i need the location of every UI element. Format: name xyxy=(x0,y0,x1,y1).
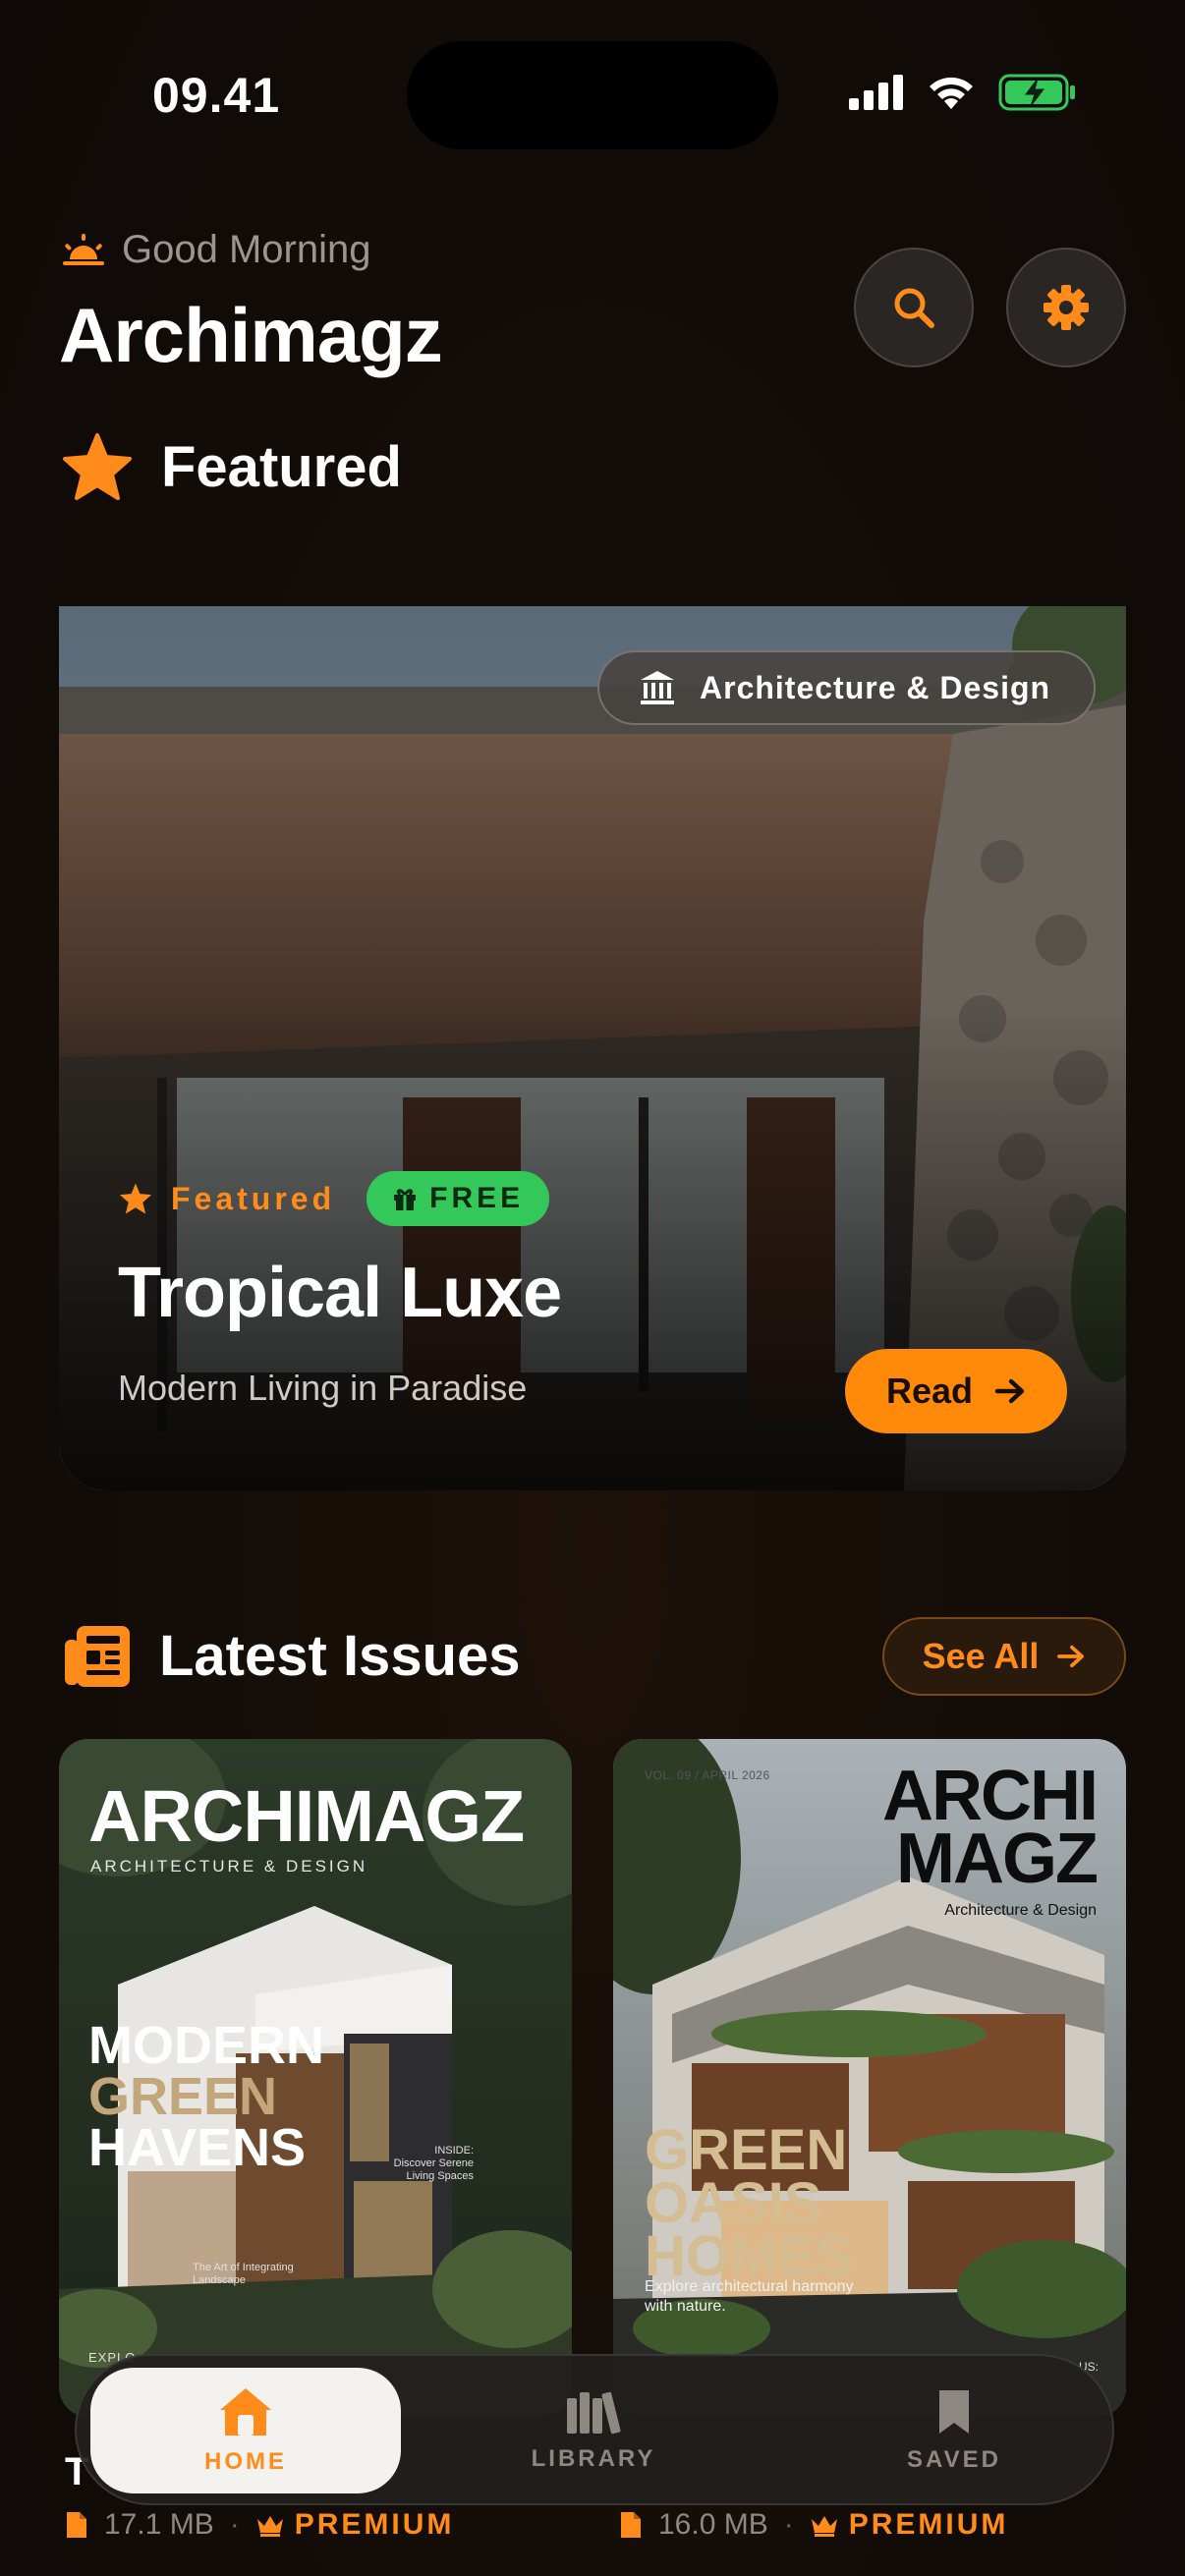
gear-icon xyxy=(1044,285,1089,330)
library-icon xyxy=(567,2391,621,2435)
star-icon xyxy=(63,433,132,500)
cover-volume: VOL. 09 / APRIL 2026 xyxy=(645,1768,770,1782)
latest-section-title: Latest Issues xyxy=(159,1624,521,1688)
cover-tagline: Architecture & Design xyxy=(944,1902,1097,1919)
separator: · xyxy=(783,2508,794,2541)
status-icons xyxy=(849,73,1077,112)
tab-saved-label: SAVED xyxy=(907,2446,1001,2473)
featured-subtitle: Modern Living in Paradise xyxy=(118,1368,528,1408)
museum-icon xyxy=(641,671,674,704)
dynamic-island xyxy=(407,41,778,149)
cover-inside-text: Discover Serene Living Spaces xyxy=(393,2157,474,2182)
cover-brand-line: ARCHI xyxy=(882,1757,1099,1835)
status-time: 09.41 xyxy=(152,68,281,123)
featured-section-title: Featured xyxy=(161,434,402,499)
premium-badge: PREMIUM xyxy=(810,2508,1009,2542)
cover-headline-line: GREEN xyxy=(88,2067,278,2126)
cover-tagline: ARCHITECTURE & DESIGN xyxy=(90,1857,368,1876)
latest-section-header: Latest Issues xyxy=(63,1623,521,1689)
see-all-label: See All xyxy=(922,1636,1040,1676)
crown-icon xyxy=(256,2516,283,2537)
premium-label: PREMIUM xyxy=(848,2508,1009,2541)
arrow-right-icon xyxy=(994,1378,1025,1404)
cover-brand-line: MAGZ xyxy=(896,1820,1099,1898)
cover-description: Explore architectural harmony with natur… xyxy=(645,2278,854,2315)
greeting-row: Good Morning xyxy=(61,228,370,272)
home-screen: 09.41 Good Morning Archimagz Featured Ar… xyxy=(0,0,1185,2576)
file-icon xyxy=(621,2512,641,2538)
greeting-text: Good Morning xyxy=(122,228,371,271)
issue-meta: 16.0 MB · PREMIUM xyxy=(619,2508,1008,2542)
premium-badge: PREMIUM xyxy=(255,2508,455,2542)
free-badge-label: FREE xyxy=(429,1182,525,1214)
featured-label: Featured xyxy=(171,1180,336,1216)
featured-title: Tropical Luxe xyxy=(118,1254,562,1332)
issue-size: 17.1 MB xyxy=(104,2508,214,2541)
tab-home-label: HOME xyxy=(204,2448,287,2475)
read-button-label: Read xyxy=(885,1371,974,1411)
cover-headline-line: OASIS xyxy=(645,2171,822,2235)
bookmark-icon xyxy=(939,2390,969,2434)
tab-home[interactable]: HOME xyxy=(90,2368,401,2493)
app-title: Archimagz xyxy=(59,292,443,378)
home-icon xyxy=(220,2388,271,2436)
cover-plus-label: PLUS: xyxy=(193,2249,224,2261)
cover-plus-text: The Art of Integrating Landscape xyxy=(193,2262,294,2286)
search-icon xyxy=(894,288,934,328)
cover-headline-line: HAVENS xyxy=(88,2118,307,2177)
free-badge: FREE xyxy=(367,1171,550,1226)
read-button[interactable]: Read xyxy=(845,1349,1067,1433)
featured-section-header: Featured xyxy=(61,432,402,501)
gift-icon xyxy=(394,1189,417,1210)
wifi-icon xyxy=(930,77,973,109)
issue-card[interactable]: ARCHIMAGZ ARCHITECTURE & DESIGN MODERN G… xyxy=(59,1739,572,2417)
cover-plus-note: PLUS: The Art of Integrating Landscape xyxy=(193,2249,301,2287)
cover-inside-label: INSIDE: xyxy=(434,2145,474,2156)
crown-icon xyxy=(811,2516,837,2537)
search-button[interactable] xyxy=(854,248,974,367)
issue-meta: 17.1 MB · PREMIUM xyxy=(65,2508,454,2542)
separator: · xyxy=(229,2508,240,2541)
signal-icon xyxy=(849,75,903,110)
cover-brand: ARCHIMAGZ xyxy=(88,1775,525,1857)
issue-card[interactable]: VOL. 09 / APRIL 2026 ARCHI MAGZ Architec… xyxy=(613,1739,1126,2417)
category-label: Architecture & Design xyxy=(700,669,1051,705)
issue-size: 16.0 MB xyxy=(658,2508,768,2541)
tab-saved[interactable]: SAVED xyxy=(880,2368,1028,2493)
sunrise-icon xyxy=(63,233,104,265)
cover-inside-note: INSIDE: Discover Serene Living Spaces xyxy=(375,2145,474,2183)
cover-headline-line: MODERN xyxy=(88,2016,324,2075)
category-pill[interactable]: Architecture & Design xyxy=(597,650,1097,725)
tab-library-label: LIBRARY xyxy=(531,2445,656,2472)
settings-button[interactable] xyxy=(1006,248,1126,367)
file-icon xyxy=(67,2512,86,2538)
cover-headline-line: HOMES xyxy=(645,2224,854,2288)
cover-headline-line: GREEN xyxy=(645,2118,848,2182)
battery-charging-icon xyxy=(998,74,1075,111)
featured-card[interactable]: Architecture & Design Featured FREE Trop… xyxy=(59,606,1126,1490)
star-icon xyxy=(119,1183,152,1214)
arrow-right-icon xyxy=(1057,1645,1085,1668)
premium-label: PREMIUM xyxy=(294,2508,455,2541)
featured-tag-row: Featured FREE xyxy=(118,1171,550,1226)
see-all-button[interactable]: See All xyxy=(882,1617,1126,1696)
cover-brand: ARCHI MAGZ xyxy=(882,1757,1099,1898)
tab-library[interactable]: LIBRARY xyxy=(515,2368,672,2493)
cover-headline: MODERN GREEN HAVENS xyxy=(88,2016,324,2177)
newspaper-icon xyxy=(65,1625,130,1687)
tab-bar: HOME LIBRARY SAVED xyxy=(75,2354,1114,2505)
cover-headline: GREEN OASIS HOMES xyxy=(645,2118,854,2288)
